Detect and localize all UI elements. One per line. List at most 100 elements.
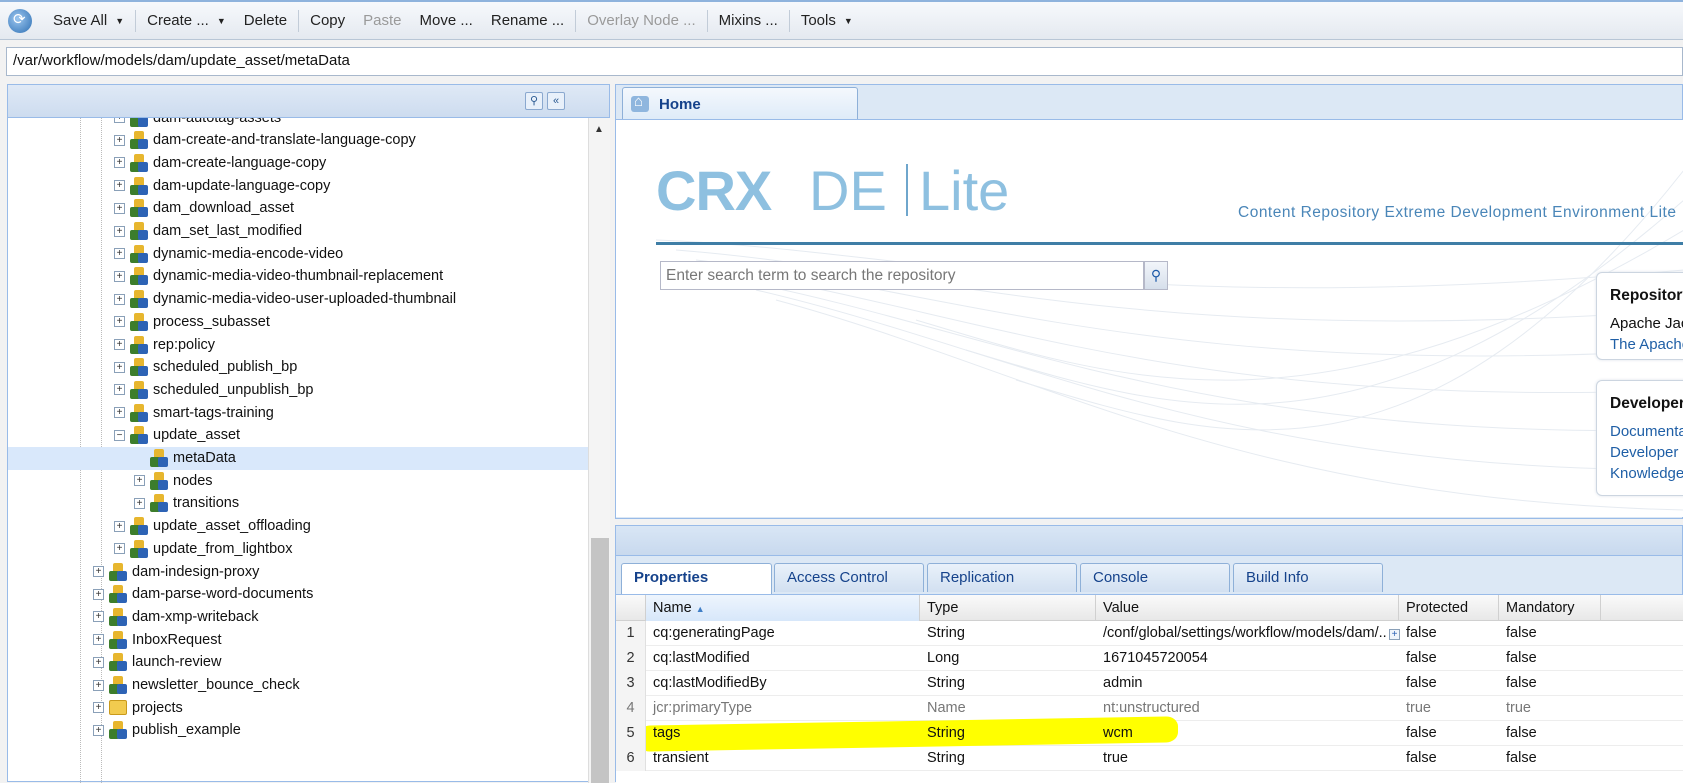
tree-node[interactable]: + dam-update-language-copy (8, 174, 588, 197)
expand-icon[interactable]: + (114, 202, 125, 214)
tab-replication[interactable]: Replication (927, 563, 1077, 592)
rename-button[interactable]: Rename ... (482, 12, 573, 29)
tree-node[interactable]: + projects (8, 696, 588, 719)
save-all-button[interactable]: Save All ▼ (44, 12, 133, 29)
tools-button[interactable]: Tools ▼ (792, 12, 862, 29)
copy-button[interactable]: Copy (301, 12, 354, 29)
expand-icon[interactable]: + (114, 118, 125, 123)
tree-node[interactable]: + dam-autotag-assets (8, 118, 588, 129)
expand-icon[interactable]: + (114, 225, 125, 237)
column-header-name[interactable]: Name ▲ (646, 595, 920, 621)
search-icon[interactable]: ⚲ (1144, 261, 1168, 290)
developer-link-developer[interactable]: Developer (1610, 442, 1682, 463)
expand-icon[interactable]: + (114, 384, 125, 396)
expand-icon[interactable]: + (93, 611, 104, 623)
expand-icon[interactable]: + (114, 157, 125, 169)
path-input[interactable]: /var/workflow/models/dam/update_asset/me… (6, 47, 1683, 76)
table-row[interactable]: 1 cq:generatingPage String/conf/global/set… (616, 621, 1683, 646)
expand-icon[interactable]: + (114, 270, 125, 282)
tree-node[interactable]: + dam-parse-word-documents (8, 583, 588, 606)
tree-node[interactable]: + update_asset_offloading (8, 515, 588, 538)
tree-node[interactable]: + scheduled_unpublish_bp (8, 378, 588, 401)
tree-node[interactable]: + dam-create-and-translate-language-copy (8, 129, 588, 152)
table-row[interactable]: 5 tags String wcm false false (616, 716, 1683, 752)
tab-home[interactable]: Home (622, 87, 858, 120)
collapse-icon[interactable]: − (114, 429, 125, 441)
tree-node[interactable]: + smart-tags-training (8, 401, 588, 424)
tree-node-label: dynamic-media-video-thumbnail-replacemen… (153, 268, 444, 285)
tree-node[interactable]: + process_subasset (8, 310, 588, 333)
tab-properties[interactable]: Properties (621, 563, 772, 594)
binoculars-icon[interactable]: ⚲ (525, 92, 543, 110)
logo-divider (906, 164, 908, 216)
paste-button[interactable]: Paste (354, 12, 410, 29)
tree-node[interactable]: + dam_set_last_modified (8, 220, 588, 243)
expand-icon[interactable]: + (114, 248, 125, 260)
expand-icon[interactable]: + (93, 588, 104, 600)
tree-node[interactable]: + InboxRequest (8, 628, 588, 651)
expand-icon[interactable]: + (114, 361, 125, 373)
chevron-down-icon[interactable]: ▼ (217, 16, 226, 26)
expand-icon[interactable]: + (93, 724, 104, 736)
tab-access-control[interactable]: Access Control (774, 563, 924, 592)
developer-link-knowledge[interactable]: Knowledge (1610, 463, 1683, 484)
repository-search-input[interactable]: Enter search term to search the reposito… (660, 261, 1144, 290)
tree-node[interactable]: + update_from_lightbox (8, 537, 588, 560)
scroll-thumb[interactable] (591, 538, 609, 783)
tab-console[interactable]: Console (1080, 563, 1230, 592)
delete-button[interactable]: Delete (235, 12, 296, 29)
expand-icon[interactable]: + (114, 134, 125, 146)
expand-icon[interactable]: + (93, 702, 104, 714)
expand-icon[interactable]: + (114, 339, 125, 350)
column-header-protected[interactable]: Protected (1399, 595, 1499, 621)
table-row[interactable]: 6 transient String true false false (616, 746, 1683, 771)
tree-node[interactable]: + dam-indesign-proxy (8, 560, 588, 583)
mixins-button[interactable]: Mixins ... (710, 12, 787, 29)
tree-node[interactable]: + rep:policy (8, 333, 588, 356)
collapse-left-icon[interactable]: « (547, 92, 565, 110)
crxde-refresh-icon[interactable] (8, 8, 32, 33)
tab-build-info[interactable]: Build Info (1233, 563, 1383, 592)
column-header-type[interactable]: Type (920, 595, 1096, 621)
tree-node[interactable]: + launch-review (8, 651, 588, 674)
tree-scrollbar[interactable]: ▲ (588, 118, 610, 783)
column-header-mandatory[interactable]: Mandatory (1499, 595, 1601, 621)
tree-node[interactable]: + transitions (8, 492, 588, 515)
create-button[interactable]: Create ... ▼ (138, 12, 235, 29)
expand-icon[interactable]: + (114, 543, 125, 555)
expand-icon[interactable]: + (114, 180, 125, 192)
chevron-down-icon[interactable]: ▼ (844, 16, 853, 26)
tree-node[interactable]: + dam_download_asset (8, 197, 588, 220)
tree-node[interactable]: + dynamic-media-encode-video (8, 242, 588, 265)
developer-link-documentation[interactable]: Documentation (1610, 421, 1683, 442)
tree-node[interactable]: + nodes (8, 469, 588, 492)
move-button[interactable]: Move ... (411, 12, 482, 29)
chevron-down-icon[interactable]: ▼ (115, 16, 124, 26)
tree-node[interactable]: + newsletter_bounce_check (8, 674, 588, 697)
overlay-node-button[interactable]: Overlay Node ... (578, 12, 704, 29)
table-row[interactable]: 2 cq:lastModified Long 1671045720054 false fa… (616, 646, 1683, 671)
expand-icon[interactable]: + (93, 634, 104, 646)
scroll-up-icon[interactable]: ▲ (594, 124, 604, 135)
expand-icon[interactable]: + (134, 475, 145, 487)
tree-node[interactable]: +metaData (8, 446, 588, 470)
expand-icon[interactable]: + (114, 293, 125, 305)
tree-node[interactable]: + dynamic-media-video-user-uploaded-thumb… (8, 288, 588, 311)
tree-node[interactable]: + publish_example (8, 719, 588, 742)
expand-icon[interactable]: + (134, 497, 145, 509)
expand-icon[interactable]: + (93, 566, 104, 577)
tree-node[interactable]: + dam-create-language-copy (8, 151, 588, 174)
tree-node[interactable]: + dam-xmp-writeback (8, 605, 588, 628)
repository-card-link[interactable]: The Apache (1610, 334, 1683, 355)
tree-node[interactable]: − update_asset (8, 424, 588, 447)
expand-icon[interactable]: + (93, 679, 104, 691)
table-row[interactable]: 3 cq:lastModifiedBy String admin false false (616, 671, 1683, 696)
expand-value-icon[interactable]: + (1389, 629, 1400, 640)
column-header-value[interactable]: Value (1096, 595, 1399, 621)
tree-node[interactable]: + dynamic-media-video-thumbnail-replaceme… (8, 265, 588, 288)
expand-icon[interactable]: + (93, 656, 104, 668)
tree-node[interactable]: + scheduled_publish_bp (8, 356, 588, 379)
expand-icon[interactable]: + (114, 520, 125, 532)
expand-icon[interactable]: + (114, 316, 125, 328)
expand-icon[interactable]: + (114, 407, 125, 419)
